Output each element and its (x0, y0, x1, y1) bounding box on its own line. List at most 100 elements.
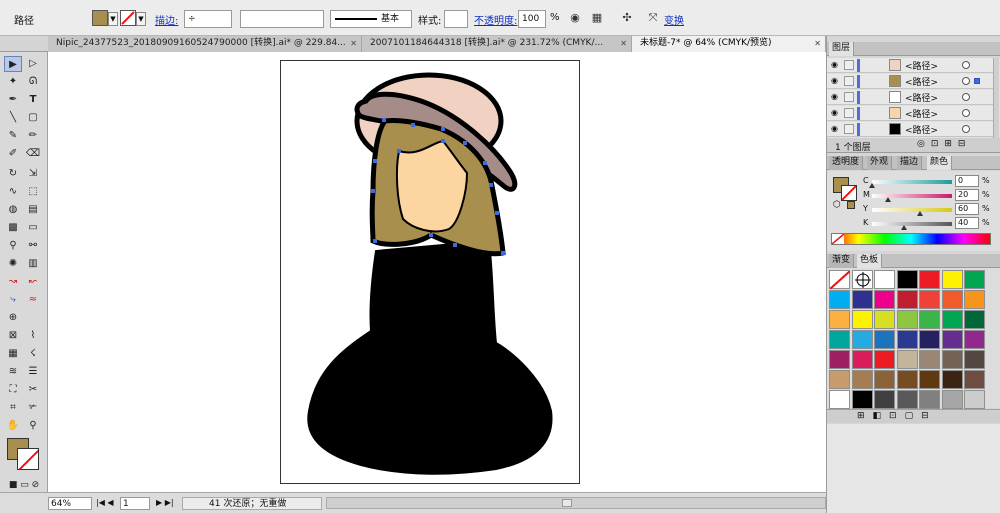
close-icon[interactable]: ✕ (620, 36, 627, 51)
zoom-tool-icon[interactable]: ⚲ (24, 418, 42, 434)
hand-tool-icon[interactable]: ✋ (4, 418, 22, 434)
layer-name[interactable]: <路径> (905, 107, 938, 120)
blend-tool-icon[interactable]: ⚯ (24, 238, 42, 254)
style-dropdown[interactable] (444, 10, 468, 28)
scale-tool-icon[interactable]: ⇲ (24, 166, 42, 182)
lock-toggle[interactable] (844, 108, 854, 118)
scissors-tool-icon[interactable]: ✂ (24, 382, 42, 398)
color-swatch[interactable] (829, 310, 850, 329)
transform-arrows-icon[interactable]: ⤧ (646, 11, 660, 25)
brush-definition-dropdown[interactable]: 基本 (330, 10, 412, 28)
color-swatch[interactable] (964, 370, 985, 389)
target-circle-icon[interactable] (962, 109, 970, 117)
color-swatch[interactable] (964, 290, 985, 309)
curve-tool-icon[interactable]: ↜ (24, 274, 42, 290)
eraser-tool-icon[interactable]: ⌫ (24, 146, 42, 162)
color-swatch[interactable] (874, 350, 895, 369)
swatch-action-icons[interactable]: ⊞◧⊡▢⊟ (857, 411, 937, 421)
lasso-tool-icon[interactable]: ᘏ (24, 74, 42, 90)
stroke-label[interactable]: 描边: (155, 12, 178, 27)
paintbrush-tool-icon[interactable]: ✎ (4, 128, 22, 144)
stroke-weight-field[interactable]: ÷ (184, 10, 232, 28)
crop-tool-icon[interactable]: ⌗ (4, 400, 22, 416)
color-mode-icons[interactable]: ■ ▭ ⊘ (4, 477, 44, 493)
color-swatch[interactable] (896, 390, 918, 409)
isolate-icon[interactable]: ✣ (620, 11, 634, 25)
twirl-tool-icon[interactable]: ≋ (4, 364, 22, 380)
layer-action-icons[interactable]: ◎⊡⊞⊟ (917, 139, 971, 149)
color-swatch[interactable] (941, 270, 963, 289)
color-swatch[interactable] (941, 310, 963, 329)
opacity-field[interactable]: 100 (518, 10, 546, 28)
channel-row[interactable]: M 20% (827, 189, 1000, 203)
lock-toggle[interactable] (844, 60, 854, 70)
color-swatch[interactable] (829, 290, 850, 309)
target-circle-icon[interactable] (962, 93, 970, 101)
color-swatch[interactable] (941, 350, 963, 369)
color-swatch[interactable] (851, 370, 873, 389)
channel-row[interactable]: Y 60% (827, 203, 1000, 217)
tab-stroke[interactable]: 描边 (897, 156, 923, 170)
type-tool-icon[interactable]: T (24, 92, 42, 108)
color-swatch[interactable] (874, 370, 895, 389)
symbol-sprayer-tool-icon[interactable]: ✺ (4, 256, 22, 272)
perspective-grid-tool-icon[interactable]: ▤ (24, 202, 42, 218)
color-swatch[interactable] (964, 390, 985, 409)
width-tool-icon[interactable]: ⤷ (4, 292, 22, 308)
page-field[interactable]: 1 (120, 497, 150, 510)
visibility-eye-icon[interactable]: ◉ (831, 76, 838, 85)
stroke-color-swatch[interactable] (120, 10, 136, 26)
body-shape[interactable] (307, 239, 553, 475)
color-swatch[interactable] (829, 350, 850, 369)
color-swatch[interactable] (851, 290, 873, 309)
tab-document-1[interactable]: Nipic_24377523_20180909160524790000 [转换]… (48, 36, 362, 52)
target-circle-icon[interactable] (962, 125, 970, 133)
color-swatch[interactable] (874, 310, 895, 329)
shape-builder-tool-icon[interactable]: ◍ (4, 202, 22, 218)
tab-transparency[interactable]: 透明度 (829, 156, 864, 170)
rotate-tool-icon[interactable]: ↻ (4, 166, 22, 182)
channel-slider-track[interactable] (872, 194, 952, 198)
lock-toggle[interactable] (844, 124, 854, 134)
align-grid-icon[interactable]: ▦ (590, 11, 604, 25)
channel-slider-track[interactable] (872, 180, 952, 184)
color-swatch[interactable] (964, 310, 985, 329)
layer-row[interactable]: ◉ <路径> (827, 122, 995, 137)
channel-value-field[interactable]: 40 (955, 217, 979, 229)
canvas-area[interactable] (48, 52, 826, 492)
tab-appearance[interactable]: 外观 (867, 156, 893, 170)
layer-name[interactable]: <路径> (905, 75, 938, 88)
tab-document-3[interactable]: 未标题-7* @ 64% (CMYK/预览) ✕ (632, 36, 826, 52)
color-swatch[interactable] (919, 350, 940, 369)
color-spectrum-bar[interactable] (831, 233, 991, 245)
color-swatch[interactable] (919, 290, 940, 309)
rectangle-tool-icon[interactable]: ▢ (24, 110, 42, 126)
target-circle-icon[interactable] (962, 77, 970, 85)
lock-toggle[interactable] (844, 92, 854, 102)
color-swatch[interactable] (919, 270, 940, 289)
color-swatch[interactable] (941, 290, 963, 309)
fill-dropdown-arrow[interactable]: ▼ (108, 12, 118, 26)
color-swatch[interactable] (851, 310, 873, 329)
graph-tool-icon[interactable]: ▥ (24, 256, 42, 272)
transform-label[interactable]: 变换 (664, 12, 684, 27)
knife-tool-icon[interactable]: ✃ (24, 400, 42, 416)
tab-layers[interactable]: 图层 (829, 42, 855, 56)
color-swatch[interactable] (851, 350, 873, 369)
color-swatch[interactable] (829, 390, 850, 409)
tab-swatches[interactable]: 色板 (857, 254, 883, 268)
selection-tool-icon[interactable]: ▶ (4, 56, 22, 72)
color-swatch[interactable] (896, 370, 918, 389)
color-swatch[interactable] (941, 330, 963, 349)
artboard-tool-icon[interactable]: ⊕ (4, 310, 22, 326)
close-icon[interactable]: ✕ (350, 36, 357, 51)
line-tool-icon[interactable]: ╲ (4, 110, 22, 126)
wave-tool-icon[interactable]: ≈ (24, 292, 42, 308)
color-swatch[interactable] (919, 310, 940, 329)
variable-width-dropdown[interactable] (240, 10, 324, 28)
recolor-artwork-icon[interactable]: ◉ (568, 11, 582, 25)
artboard[interactable] (280, 60, 580, 484)
color-swatch[interactable] (964, 330, 985, 349)
align-tool-icon[interactable]: ☰ (24, 364, 42, 380)
layers-scrollbar[interactable] (993, 58, 999, 138)
